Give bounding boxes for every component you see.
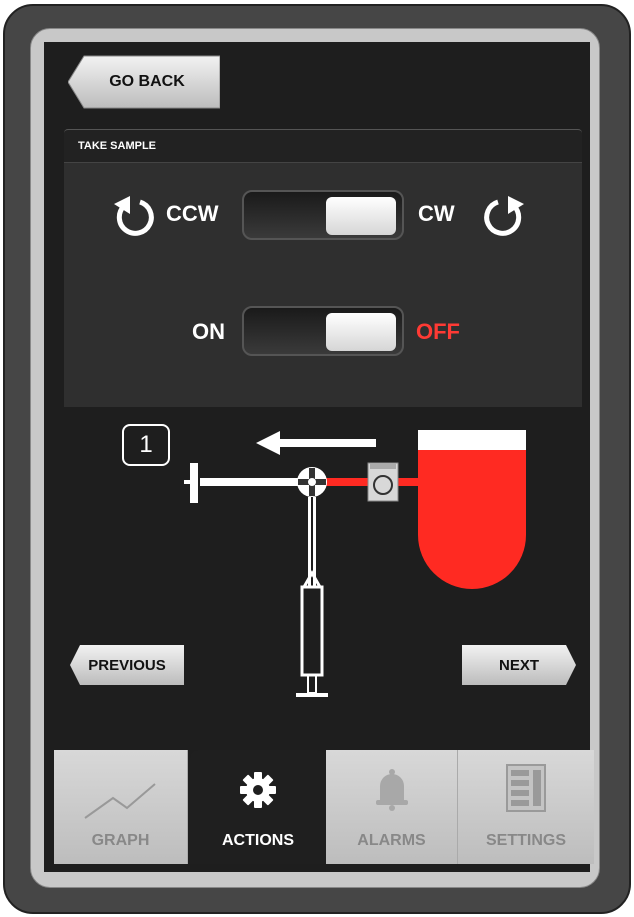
direction-toggle-knob[interactable] xyxy=(326,197,396,235)
step-number-badge: 1 xyxy=(122,424,170,466)
gear-icon xyxy=(240,772,276,808)
tab-settings-label: SETTINGS xyxy=(485,832,566,849)
tab-bar: GRAPH ACTIONS ALARMS SETTINGS xyxy=(54,750,594,864)
go-back-button[interactable]: GO BACK xyxy=(68,54,220,110)
sample-vessel-icon xyxy=(418,450,526,589)
panel-header: TAKE SAMPLE xyxy=(64,129,582,163)
bell-icon xyxy=(375,769,408,811)
tab-settings[interactable]: SETTINGS xyxy=(458,750,594,864)
next-button[interactable]: NEXT xyxy=(462,645,576,685)
ccw-label: CCW xyxy=(166,201,219,226)
pipe-right-red xyxy=(322,478,370,486)
cw-label: CW xyxy=(418,201,455,226)
rotate-ccw-icon xyxy=(114,196,154,236)
panel-title: TAKE SAMPLE xyxy=(78,140,157,152)
tab-graph-label: GRAPH xyxy=(91,832,150,849)
next-label: NEXT xyxy=(498,656,539,674)
tab-actions[interactable]: ACTIONS xyxy=(190,750,326,864)
rotate-cw-icon xyxy=(484,196,524,236)
off-label: OFF xyxy=(416,319,460,344)
sample-vessel-top xyxy=(418,430,526,450)
power-toggle[interactable] xyxy=(242,306,404,356)
settings-panel-icon xyxy=(506,764,546,812)
tab-alarms[interactable]: ALARMS xyxy=(326,750,458,864)
tab-graph[interactable]: GRAPH xyxy=(54,750,188,864)
pipe-left xyxy=(200,478,308,486)
tab-alarms-label: ALARMS xyxy=(357,832,426,849)
on-label: ON xyxy=(192,319,225,344)
previous-button[interactable]: PREVIOUS xyxy=(70,645,184,685)
go-back-label: GO BACK xyxy=(109,73,185,90)
graph-icon xyxy=(83,783,156,819)
previous-label: PREVIOUS xyxy=(88,656,166,674)
take-sample-panel: TAKE SAMPLE xyxy=(64,129,582,407)
power-toggle-knob[interactable] xyxy=(326,313,396,351)
syringe-icon xyxy=(300,585,324,677)
flow-arrow-icon xyxy=(256,431,376,455)
tab-actions-label: ACTIONS xyxy=(222,832,294,849)
direction-toggle[interactable] xyxy=(242,190,404,240)
